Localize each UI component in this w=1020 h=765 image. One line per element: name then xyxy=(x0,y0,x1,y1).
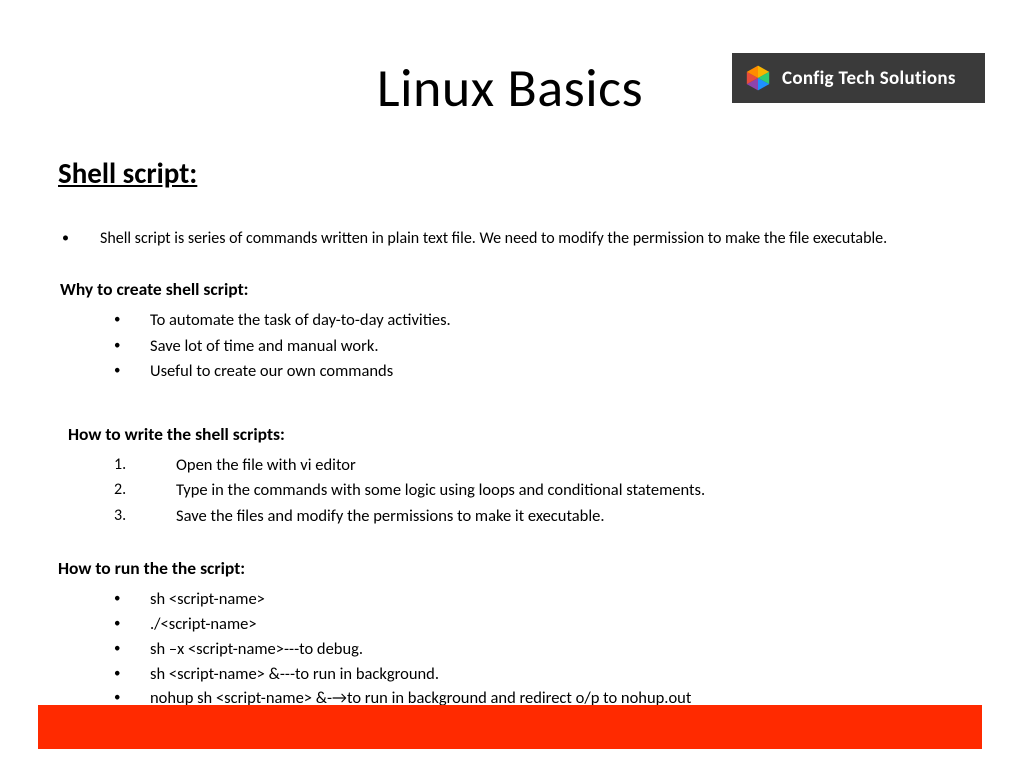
item-text: Open the file with vi editor xyxy=(176,453,356,479)
intro-bullet: • Shell script is series of commands wri… xyxy=(58,229,980,248)
item-text: Useful to create our own commands xyxy=(150,359,393,385)
item-text: sh <script-name> xyxy=(150,587,265,612)
slide-content: Shell script: • Shell script is series o… xyxy=(58,155,980,711)
bullet-icon: • xyxy=(114,612,150,634)
howwrite-list: 1.Open the file with vi editor 2.Type in… xyxy=(114,453,980,530)
logo-hex-icon xyxy=(744,64,772,92)
list-item: •To automate the task of day-to-day acti… xyxy=(114,308,980,334)
list-item: •./<script-name> xyxy=(114,612,980,637)
item-text: To automate the task of day-to-day activ… xyxy=(150,308,451,334)
item-text: sh <script-name> &---to run in backgroun… xyxy=(150,662,439,687)
section-heading: Shell script: xyxy=(58,155,980,191)
howrun-heading: How to run the the script: xyxy=(58,557,980,579)
footer-bar xyxy=(38,705,982,749)
bullet-icon: • xyxy=(114,334,150,356)
why-heading: Why to create shell script: xyxy=(60,278,980,300)
item-text: Save the files and modify the permission… xyxy=(176,504,605,530)
bullet-icon: • xyxy=(114,637,150,659)
intro-text: Shell script is series of commands writt… xyxy=(100,229,887,248)
list-item: •sh <script-name> &---to run in backgrou… xyxy=(114,662,980,687)
list-item: 3.Save the files and modify the permissi… xyxy=(114,504,980,530)
list-item: •sh <script-name> xyxy=(114,587,980,612)
number-marker: 3. xyxy=(114,504,176,529)
page-title: Linux Basics xyxy=(377,55,643,121)
list-item: •sh –x <script-name>---to debug. xyxy=(114,637,980,662)
bullet-icon: • xyxy=(114,662,150,684)
logo-text: Config Tech Solutions xyxy=(782,67,956,90)
bullet-icon: • xyxy=(58,229,100,246)
item-text: Save lot of time and manual work. xyxy=(150,334,379,360)
bullet-icon: • xyxy=(114,359,150,381)
list-item: 1.Open the file with vi editor xyxy=(114,453,980,479)
list-item: •Useful to create our own commands xyxy=(114,359,980,385)
list-item: 2.Type in the commands with some logic u… xyxy=(114,478,980,504)
item-text: Type in the commands with some logic usi… xyxy=(176,478,705,504)
bullet-icon: • xyxy=(114,587,150,609)
bullet-icon: • xyxy=(114,308,150,330)
logo-badge: Config Tech Solutions xyxy=(732,53,985,103)
howrun-list: •sh <script-name> •./<script-name> •sh –… xyxy=(114,587,980,711)
howwrite-heading: How to write the shell scripts: xyxy=(68,423,980,445)
item-text: ./<script-name> xyxy=(150,612,257,637)
number-marker: 1. xyxy=(114,453,176,478)
list-item: •Save lot of time and manual work. xyxy=(114,334,980,360)
number-marker: 2. xyxy=(114,478,176,503)
item-text: sh –x <script-name>---to debug. xyxy=(150,637,363,662)
why-list: •To automate the task of day-to-day acti… xyxy=(114,308,980,385)
